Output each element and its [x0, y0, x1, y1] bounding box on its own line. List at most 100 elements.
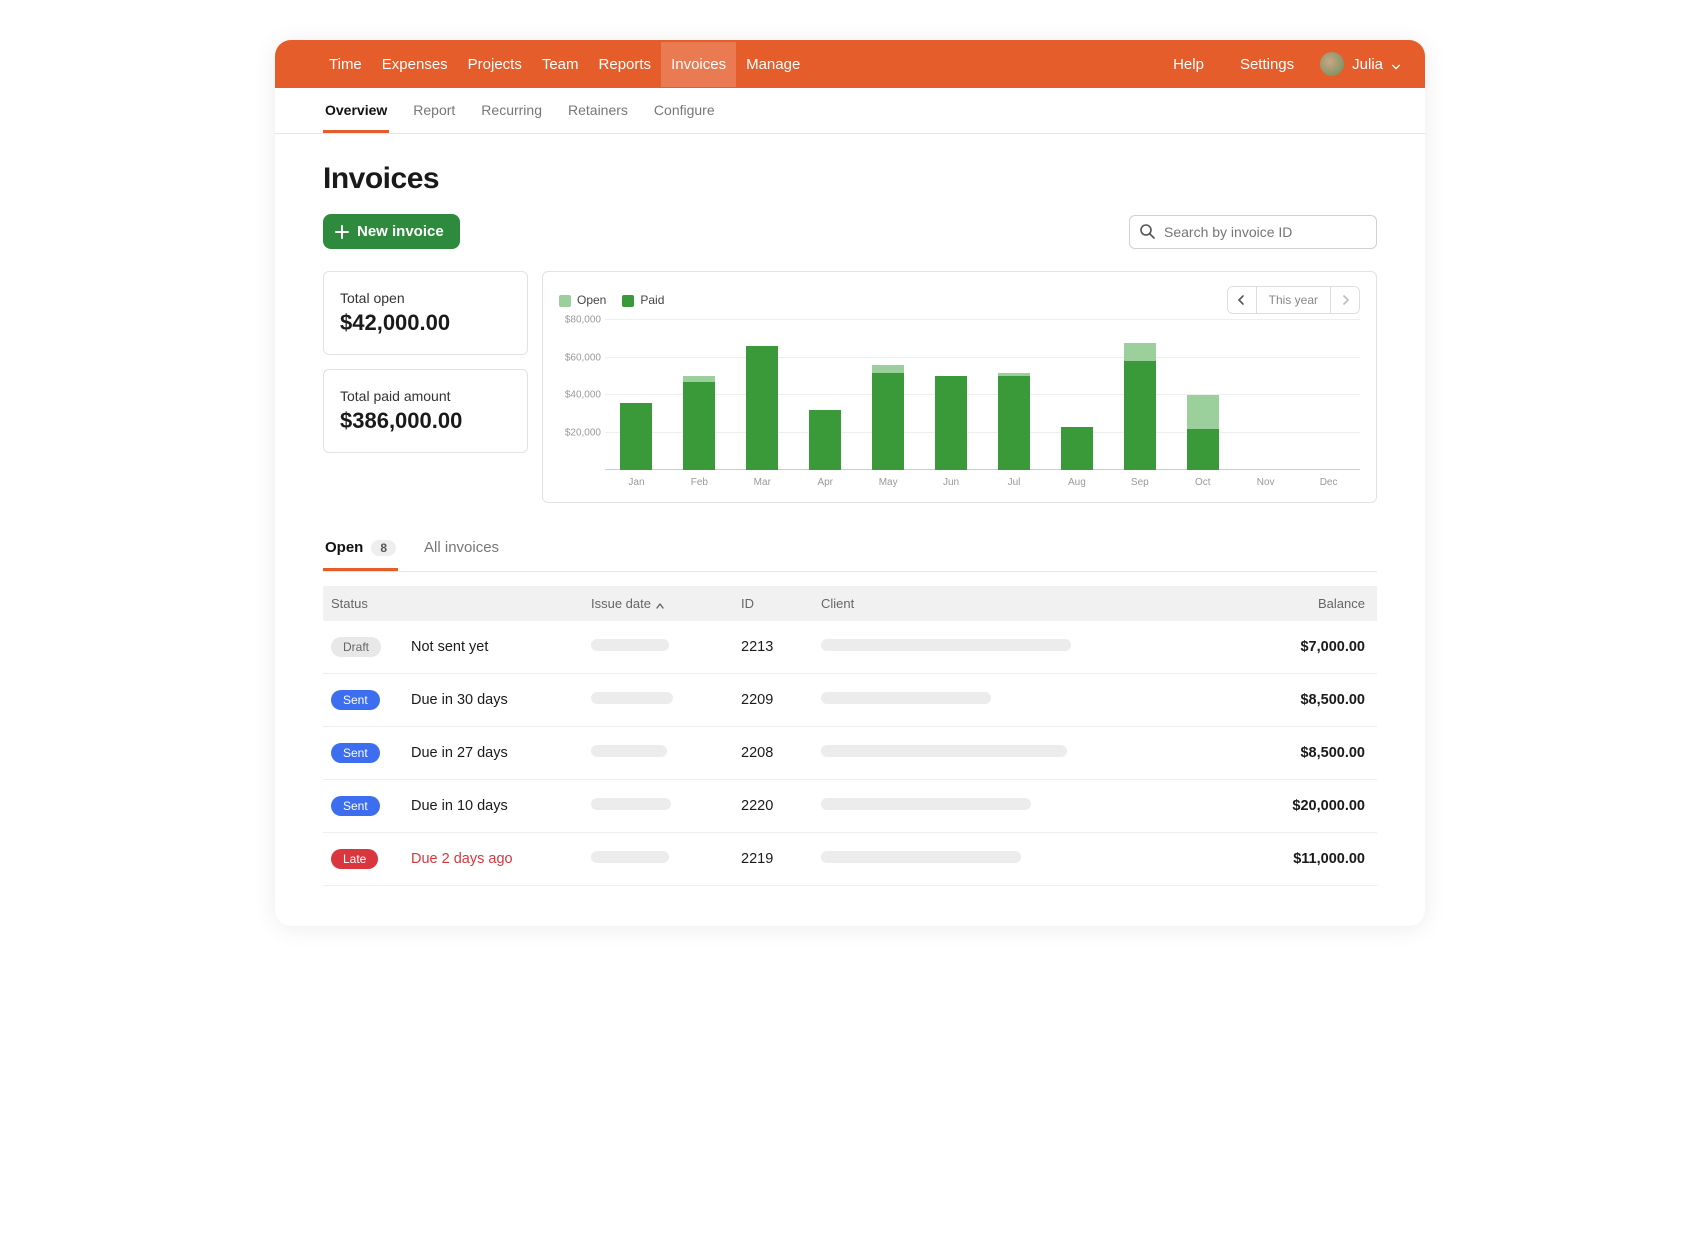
range-prev-button[interactable]: [1228, 286, 1256, 314]
subnav-retainers[interactable]: Retainers: [566, 88, 630, 133]
th-status[interactable]: Status: [323, 586, 403, 621]
nav-time[interactable]: Time: [319, 42, 372, 87]
balance: $8,500.00: [1237, 674, 1377, 727]
client-redacted: [821, 639, 1071, 651]
total-paid-label: Total paid amount: [340, 388, 511, 404]
bar-jun: Jun: [920, 320, 983, 470]
total-open-card: Total open $42,000.00: [323, 271, 528, 355]
bar-mar: Mar: [731, 320, 794, 470]
nav-invoices[interactable]: Invoices: [661, 42, 736, 87]
client-redacted: [821, 745, 1067, 757]
balance: $8,500.00: [1237, 727, 1377, 780]
nav-team[interactable]: Team: [532, 42, 589, 87]
y-tick-label: $60,000: [559, 352, 601, 363]
x-tick-label: Jul: [1008, 477, 1021, 488]
issue-date-redacted: [591, 851, 669, 863]
bar-sep: Sep: [1108, 320, 1171, 470]
th-id[interactable]: ID: [733, 586, 813, 621]
x-tick-label: May: [879, 477, 898, 488]
top-nav: TimeExpensesProjectsTeamReportsInvoicesM…: [275, 40, 1425, 88]
chevron-down-icon: [1391, 59, 1401, 69]
total-paid-card: Total paid amount $386,000.00: [323, 369, 528, 453]
balance: $7,000.00: [1237, 621, 1377, 674]
user-menu[interactable]: Julia: [1320, 52, 1401, 76]
bar-apr: Apr: [794, 320, 857, 470]
sub-nav: Overview Report Recurring Retainers Configur…: [275, 88, 1425, 134]
nav-reports[interactable]: Reports: [589, 42, 662, 87]
bar-may: May: [857, 320, 920, 470]
x-tick-label: Dec: [1320, 477, 1338, 488]
bar-feb: Feb: [668, 320, 731, 470]
subnav-recurring[interactable]: Recurring: [479, 88, 544, 133]
new-invoice-label: New invoice: [357, 223, 444, 240]
th-balance[interactable]: Balance: [1237, 586, 1377, 621]
tab-open[interactable]: Open 8: [323, 533, 398, 571]
tab-all-invoices[interactable]: All invoices: [422, 533, 501, 571]
invoice-id: 2220: [733, 780, 813, 833]
invoice-id: 2219: [733, 833, 813, 886]
help-link[interactable]: Help: [1163, 42, 1214, 87]
subnav-configure[interactable]: Configure: [652, 88, 717, 133]
tab-open-label: Open: [325, 539, 363, 556]
status-badge: Draft: [331, 637, 381, 657]
chart-legend: Open Paid: [559, 293, 664, 307]
invoice-id: 2209: [733, 674, 813, 727]
due-text: Not sent yet: [411, 639, 488, 655]
issue-date-redacted: [591, 639, 669, 651]
due-text: Due 2 days ago: [411, 851, 513, 867]
x-tick-label: Jun: [943, 477, 959, 488]
balance: $20,000.00: [1237, 780, 1377, 833]
issue-date-redacted: [591, 692, 673, 704]
bar-jul: Jul: [983, 320, 1046, 470]
user-name: Julia: [1352, 56, 1383, 73]
x-tick-label: Apr: [817, 477, 833, 488]
x-tick-label: Nov: [1257, 477, 1275, 488]
table-row[interactable]: Sent Due in 30 days 2209 $8,500.00: [323, 674, 1377, 727]
y-tick-label: $40,000: [559, 390, 601, 401]
sort-asc-icon: [655, 599, 665, 609]
search-input[interactable]: [1129, 215, 1377, 249]
legend-label-open: Open: [577, 293, 606, 307]
status-badge: Sent: [331, 796, 380, 816]
legend-label-paid: Paid: [640, 293, 664, 307]
y-tick-label: $80,000: [559, 315, 601, 326]
new-invoice-button[interactable]: New invoice: [323, 214, 460, 249]
invoice-id: 2208: [733, 727, 813, 780]
search-icon: [1139, 223, 1155, 239]
th-client[interactable]: Client: [813, 586, 1237, 621]
invoice-id: 2213: [733, 621, 813, 674]
page-title: Invoices: [323, 162, 1377, 196]
th-issue-date[interactable]: Issue date: [583, 586, 733, 621]
nav-manage[interactable]: Manage: [736, 42, 810, 87]
subnav-overview[interactable]: Overview: [323, 88, 389, 133]
x-tick-label: Mar: [754, 477, 771, 488]
due-text: Due in 10 days: [411, 798, 508, 814]
x-tick-label: Feb: [691, 477, 708, 488]
issue-date-redacted: [591, 745, 667, 757]
chart-card: Open Paid This year $20,000$40,00: [542, 271, 1377, 503]
x-tick-label: Sep: [1131, 477, 1149, 488]
subnav-report[interactable]: Report: [411, 88, 457, 133]
range-selector: This year: [1227, 286, 1360, 314]
table-row[interactable]: Sent Due in 10 days 2220 $20,000.00: [323, 780, 1377, 833]
tab-all-label: All invoices: [424, 539, 499, 556]
range-next-button[interactable]: [1331, 286, 1359, 314]
legend-swatch-paid: [622, 295, 634, 307]
table-row[interactable]: SentDue in 27 days2208$8,500.00: [323, 727, 1377, 780]
invoice-tabs: Open 8 All invoices: [323, 533, 1377, 572]
chart-area: $20,000$40,000$60,000$80,000JanFebMarApr…: [605, 320, 1360, 470]
status-badge: Sent: [331, 743, 380, 763]
table-row[interactable]: LateDue 2 days ago2219$11,000.00: [323, 833, 1377, 886]
nav-expenses[interactable]: Expenses: [372, 42, 458, 87]
table-row[interactable]: Draft Not sent yet 2213 $7,000.00: [323, 621, 1377, 674]
balance: $11,000.00: [1237, 833, 1377, 886]
range-label[interactable]: This year: [1256, 287, 1331, 313]
client-redacted: [821, 692, 991, 704]
settings-link[interactable]: Settings: [1230, 42, 1304, 87]
bar-aug: Aug: [1045, 320, 1108, 470]
x-tick-label: Jan: [628, 477, 644, 488]
bar-dec: Dec: [1297, 320, 1360, 470]
status-badge: Sent: [331, 690, 380, 710]
nav-projects[interactable]: Projects: [458, 42, 532, 87]
due-text: Due in 30 days: [411, 692, 508, 708]
